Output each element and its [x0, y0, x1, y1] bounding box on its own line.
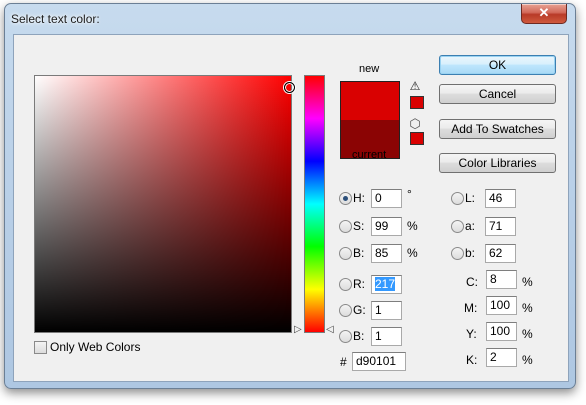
blue-radio[interactable] [339, 330, 352, 343]
close-icon: ✕ [538, 5, 550, 20]
hex-input[interactable]: d90101 [352, 352, 406, 371]
brightness-unit: % [407, 246, 418, 260]
black-unit: % [522, 353, 533, 367]
black-input[interactable]: 2 [486, 348, 517, 367]
warning-triangle-icon[interactable]: ⚠ [408, 79, 422, 93]
current-color-label: current [352, 149, 387, 161]
green-radio[interactable] [339, 304, 352, 317]
hue-input[interactable]: 0 [371, 189, 402, 208]
red-label: R: [353, 277, 365, 291]
b-channel-input[interactable]: 62 [485, 244, 516, 263]
web-safe-swatch[interactable] [410, 132, 424, 145]
b-channel-radio[interactable] [451, 247, 464, 260]
hue-unit: ° [407, 187, 412, 201]
cyan-label: C: [466, 275, 478, 289]
close-button[interactable]: ✕ [521, 4, 567, 24]
cube-icon[interactable]: ⬡ [408, 117, 422, 131]
magenta-label: M: [464, 301, 478, 315]
red-input[interactable]: 217 [371, 275, 402, 294]
hue-slider-left-arrow-icon[interactable]: ▷ [294, 325, 302, 335]
red-radio[interactable] [339, 278, 352, 291]
green-label: G: [353, 303, 366, 317]
yellow-label: Y: [466, 327, 477, 341]
a-channel-radio[interactable] [451, 220, 464, 233]
dialog-body: ▷ ◁ new current ⚠ ⬡ OK Cancel Add To Swa… [13, 34, 569, 382]
cyan-unit: % [522, 275, 533, 289]
color-picker-dialog: Select text color: ✕ ▷ ◁ new current ⚠ ⬡… [4, 3, 576, 389]
magenta-unit: % [522, 301, 533, 315]
only-web-colors-label[interactable]: Only Web Colors [50, 340, 140, 354]
color-field-cursor[interactable] [284, 82, 295, 93]
brightness-input[interactable]: 85 [371, 244, 402, 263]
color-preview [340, 81, 400, 159]
brightness-label: B: [353, 246, 365, 260]
gamut-warning-swatch[interactable] [410, 96, 424, 109]
blue-input[interactable]: 1 [371, 327, 402, 346]
magenta-input[interactable]: 100 [486, 296, 517, 315]
lightness-radio[interactable] [451, 192, 464, 205]
saturation-label: S: [353, 219, 365, 233]
black-label: K: [466, 353, 478, 367]
blue-label: B: [353, 329, 365, 343]
saturation-radio[interactable] [339, 220, 352, 233]
brightness-radio[interactable] [339, 247, 352, 260]
yellow-input[interactable]: 100 [486, 322, 517, 341]
lightness-input[interactable]: 46 [485, 189, 516, 208]
only-web-colors-checkbox[interactable] [34, 341, 47, 354]
color-libraries-button[interactable]: Color Libraries [439, 153, 556, 173]
b-channel-label: b: [465, 246, 476, 260]
new-color-label: new [359, 63, 380, 75]
title-bar[interactable]: Select text color: ✕ [5, 4, 575, 34]
ok-button[interactable]: OK [439, 55, 556, 75]
saturation-unit: % [407, 219, 418, 233]
dialog-title: Select text color: [11, 12, 100, 26]
hue-slider[interactable] [304, 75, 325, 333]
cyan-input[interactable]: 8 [486, 270, 517, 289]
a-channel-input[interactable]: 71 [485, 217, 516, 236]
cancel-button[interactable]: Cancel [439, 84, 556, 104]
new-color-swatch [341, 82, 399, 120]
saturation-input[interactable]: 99 [371, 217, 402, 236]
hex-label: # [340, 355, 347, 369]
hue-label: H: [353, 191, 365, 205]
a-channel-label: a: [465, 219, 476, 233]
hue-slider-right-arrow-icon[interactable]: ◁ [326, 325, 334, 335]
red-input-value: 217 [375, 277, 396, 291]
color-field[interactable] [34, 75, 295, 333]
yellow-unit: % [522, 327, 533, 341]
hue-radio[interactable] [339, 192, 352, 205]
add-to-swatches-button[interactable]: Add To Swatches [439, 119, 556, 139]
green-input[interactable]: 1 [371, 301, 402, 320]
lightness-label: L: [465, 191, 476, 205]
